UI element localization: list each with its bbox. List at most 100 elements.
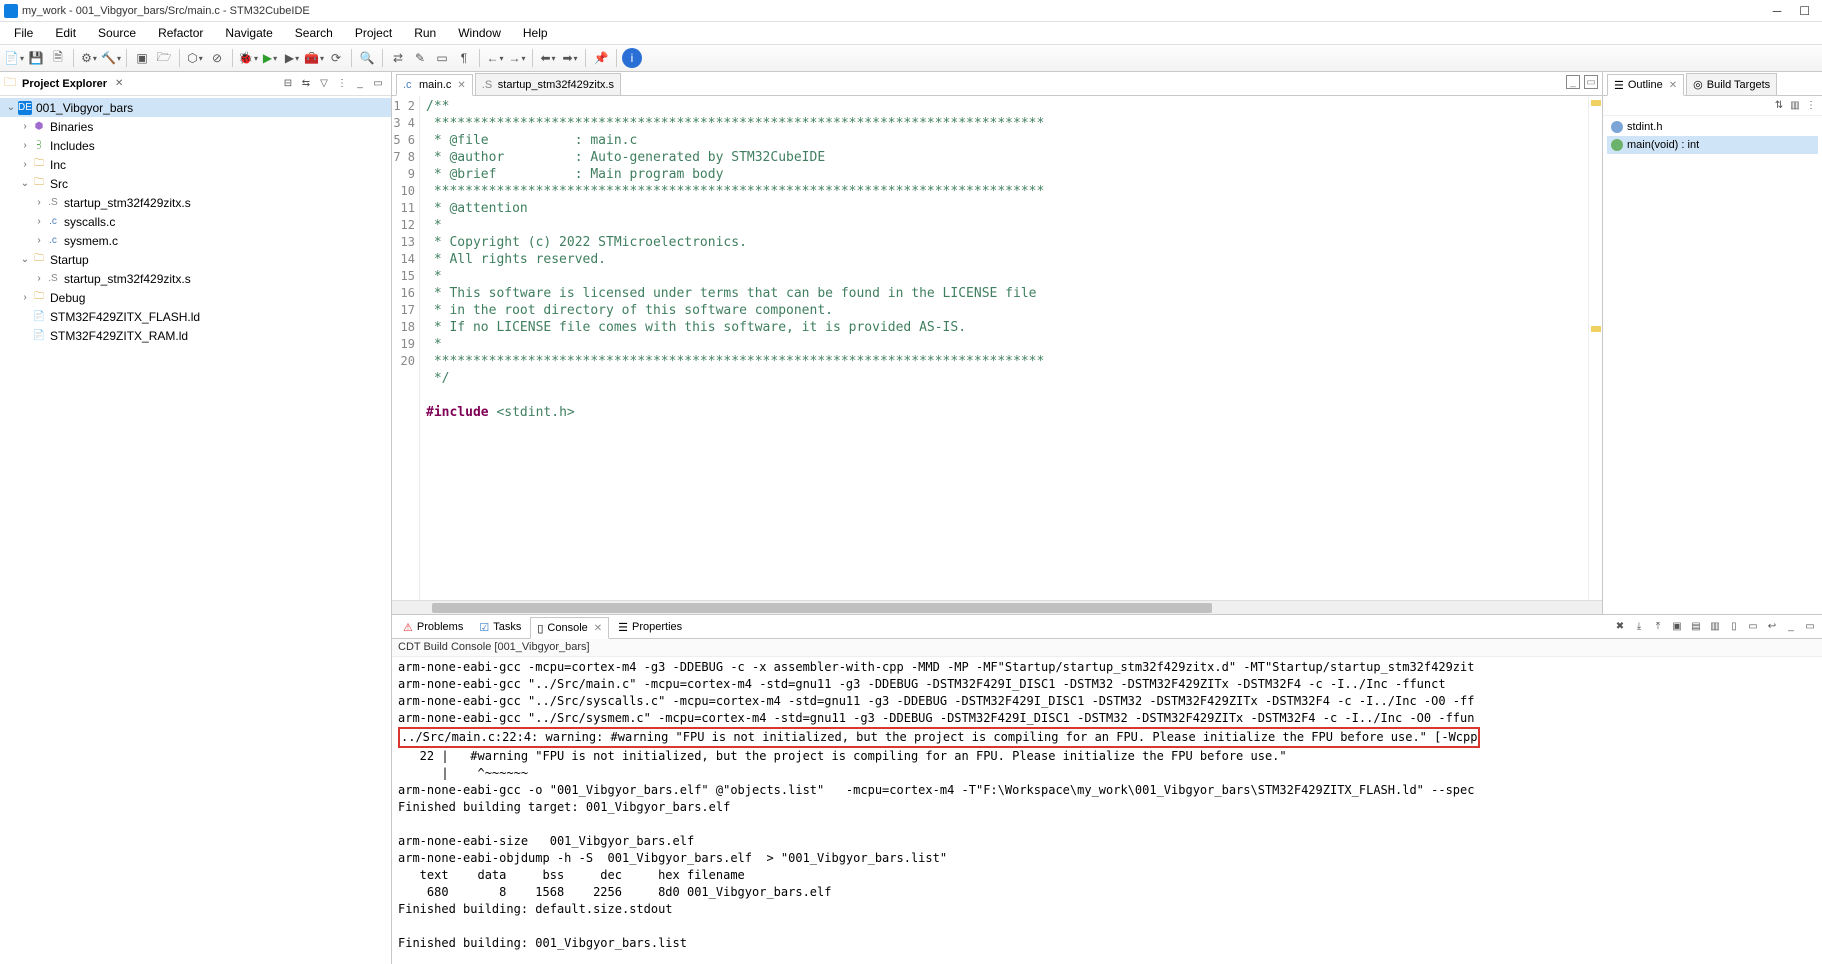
close-icon[interactable]: ✕ xyxy=(115,78,123,89)
tree-src[interactable]: ⌄🗀 Src xyxy=(0,174,391,193)
menu-edit[interactable]: Edit xyxy=(45,24,86,42)
remove-launch-icon[interactable]: ▤ xyxy=(1688,618,1704,634)
info-button[interactable]: i xyxy=(622,48,642,68)
remove-all-icon[interactable]: ▥ xyxy=(1707,618,1723,634)
tab-outline[interactable]: ☰ Outline ✕ xyxy=(1607,74,1684,96)
menu-navigate[interactable]: Navigate xyxy=(215,24,282,42)
tab-tasks[interactable]: ☑ Tasks xyxy=(472,616,528,638)
overview-ruler[interactable] xyxy=(1588,96,1602,600)
build-target-button[interactable]: ⚙ xyxy=(79,48,99,68)
block-select-button[interactable]: ▭ xyxy=(432,48,452,68)
tree-startup-file[interactable]: ›.S startup_stm32f429zitx.s xyxy=(0,269,391,288)
menu-file[interactable]: File xyxy=(4,24,43,42)
minimize-pane-icon[interactable]: _ xyxy=(352,76,368,92)
annotation-next-button[interactable]: → xyxy=(507,48,527,68)
menu-project[interactable]: Project xyxy=(345,24,402,42)
outline-item-stdint[interactable]: stdint.h xyxy=(1607,118,1818,136)
minimize-editor-icon[interactable]: _ xyxy=(1566,75,1580,89)
close-icon[interactable]: ✕ xyxy=(457,80,465,91)
display-selected-icon[interactable]: ▣ xyxy=(1669,618,1685,634)
toggle-mark-button[interactable]: ✎ xyxy=(410,48,430,68)
collapse-all-icon[interactable]: ⊟ xyxy=(280,76,296,92)
asm-file-icon: .S xyxy=(482,79,494,91)
project-tree[interactable]: ⌄DE 001_Vibgyor_bars ›⬢ Binaries ›⫖ Incl… xyxy=(0,96,391,964)
tab-problems[interactable]: ⚠ Problems xyxy=(396,616,470,638)
debug-target-button[interactable]: ⬡ xyxy=(185,48,205,68)
tree-label: Includes xyxy=(50,139,95,153)
tab-properties[interactable]: ☰ Properties xyxy=(611,616,689,638)
clear-console-icon[interactable]: ✖ xyxy=(1612,618,1628,634)
tree-startup[interactable]: ⌄🗀 Startup xyxy=(0,250,391,269)
new-button[interactable]: 📄 xyxy=(4,48,24,68)
tab-main-c[interactable]: .c main.c ✕ xyxy=(396,74,473,96)
save-all-button[interactable]: 🗎 xyxy=(48,48,68,68)
annotation-prev-button[interactable]: ← xyxy=(485,48,505,68)
tab-console[interactable]: ▯ Console ✕ xyxy=(530,617,609,639)
minimize-bottom-icon[interactable]: _ xyxy=(1783,618,1799,634)
open-type-button[interactable]: 🗁 xyxy=(154,48,174,68)
close-icon[interactable]: ✕ xyxy=(594,623,602,634)
code-area[interactable]: /** ************************************… xyxy=(420,96,1588,600)
tree-inc[interactable]: ›🗀 Inc xyxy=(0,155,391,174)
maximize-pane-icon[interactable]: ▭ xyxy=(370,76,386,92)
build-button[interactable]: 🔨 xyxy=(101,48,121,68)
menu-help[interactable]: Help xyxy=(513,24,558,42)
horizontal-scrollbar[interactable] xyxy=(392,600,1602,614)
skip-bp-button[interactable]: ⊘ xyxy=(207,48,227,68)
tree-src-syscalls[interactable]: ›.c syscalls.c xyxy=(0,212,391,231)
search-button[interactable]: 🔍 xyxy=(357,48,377,68)
whitespace-button[interactable]: ¶ xyxy=(454,48,474,68)
menu-refactor[interactable]: Refactor xyxy=(148,24,213,42)
tree-ram-ld[interactable]: ›📄 STM32F429ZITX_RAM.ld xyxy=(0,326,391,345)
tree-label: Src xyxy=(50,177,68,191)
save-button[interactable]: 💾 xyxy=(26,48,46,68)
tab-startup-s[interactable]: .S startup_stm32f429zitx.s xyxy=(475,73,621,95)
tree-includes[interactable]: ›⫖ Includes xyxy=(0,136,391,155)
maximize-editor-icon[interactable]: ▭ xyxy=(1584,75,1598,89)
pin-console-icon[interactable]: ⤒ xyxy=(1650,618,1666,634)
tab-build-targets[interactable]: ◎ Build Targets xyxy=(1686,73,1777,95)
maximize-bottom-icon[interactable]: ▭ xyxy=(1802,618,1818,634)
toolbar: 📄 💾 🗎 ⚙ 🔨 ▣ 🗁 ⬡ ⊘ 🐞 ▶ ▶ 🧰 ⟳ 🔍 ⇄ ✎ ▭ ¶ ← … xyxy=(0,44,1822,72)
show-console-icon[interactable]: ▭ xyxy=(1745,618,1761,634)
maximize-button[interactable]: ☐ xyxy=(1799,4,1810,18)
tree-flash-ld[interactable]: ›📄 STM32F429ZITX_FLASH.ld xyxy=(0,307,391,326)
forward-button[interactable]: ➡ xyxy=(560,48,580,68)
view-menu-icon[interactable]: ⋮ xyxy=(1804,99,1818,113)
warning-mark[interactable] xyxy=(1591,100,1601,106)
close-icon[interactable]: ✕ xyxy=(1669,80,1677,91)
tree-src-sysmem[interactable]: ›.c sysmem.c xyxy=(0,231,391,250)
filter-icon[interactable]: ▽ xyxy=(316,76,332,92)
new-class-button[interactable]: ▣ xyxy=(132,48,152,68)
open-console-icon[interactable]: ▯ xyxy=(1726,618,1742,634)
sort-icon[interactable]: ⇅ xyxy=(1772,99,1786,113)
menu-window[interactable]: Window xyxy=(448,24,511,42)
view-menu-icon[interactable]: ⋮ xyxy=(334,76,350,92)
warning-mark[interactable] xyxy=(1591,326,1601,332)
menu-source[interactable]: Source xyxy=(88,24,146,42)
tree-binaries[interactable]: ›⬢ Binaries xyxy=(0,117,391,136)
run-button[interactable]: ▶ xyxy=(260,48,280,68)
tree-debug[interactable]: ›🗀 Debug xyxy=(0,288,391,307)
hide-fields-icon[interactable]: ▥ xyxy=(1788,99,1802,113)
external-tools-button[interactable]: 🧰 xyxy=(304,48,324,68)
menu-run[interactable]: Run xyxy=(404,24,446,42)
debug-button[interactable]: 🐞 xyxy=(238,48,258,68)
diff-button[interactable]: ⇄ xyxy=(388,48,408,68)
menu-search[interactable]: Search xyxy=(285,24,343,42)
link-editor-icon[interactable]: ⇆ xyxy=(298,76,314,92)
code-editor[interactable]: 1 2 3 4 5 6 7 8 9 10 11 12 13 14 15 16 1… xyxy=(392,96,1602,600)
scroll-lock-icon[interactable]: ⤓ xyxy=(1631,618,1647,634)
run-last-tool-button[interactable]: ▶ xyxy=(282,48,302,68)
tree-project-root[interactable]: ⌄DE 001_Vibgyor_bars xyxy=(0,98,391,117)
pin-button[interactable]: 📌 xyxy=(591,48,611,68)
outline-item-main[interactable]: main(void) : int xyxy=(1607,136,1818,154)
tab-label: main.c xyxy=(419,79,451,91)
scrollbar-thumb[interactable] xyxy=(432,603,1212,613)
update-button[interactable]: ⟳ xyxy=(326,48,346,68)
wrap-text-icon[interactable]: ↩ xyxy=(1764,618,1780,634)
tree-src-startup[interactable]: ›.S startup_stm32f429zitx.s xyxy=(0,193,391,212)
minimize-button[interactable]: ─ xyxy=(1773,4,1782,18)
back-button[interactable]: ⬅ xyxy=(538,48,558,68)
console-output[interactable]: arm-none-eabi-gcc -mcpu=cortex-m4 -g3 -D… xyxy=(392,657,1822,964)
